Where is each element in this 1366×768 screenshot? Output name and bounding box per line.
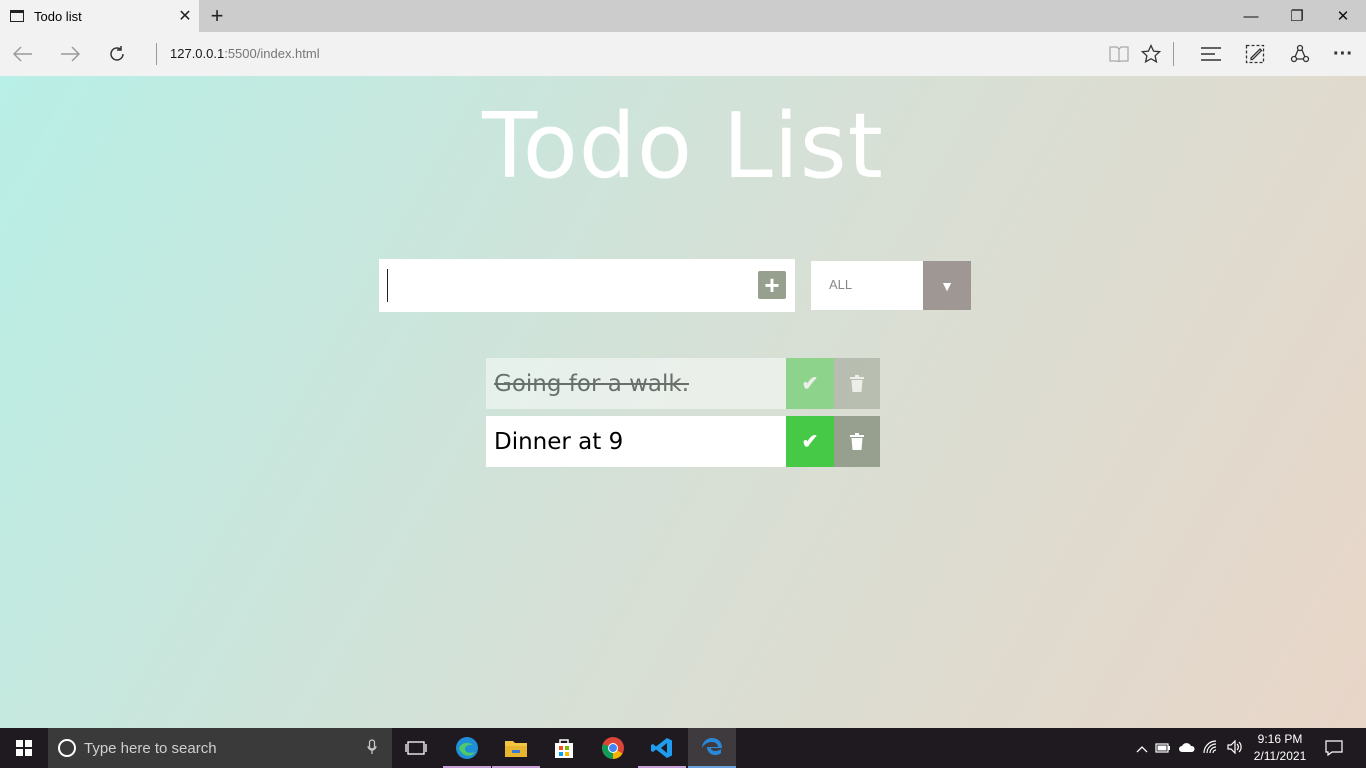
clock-date: 2/11/2021 [1253,749,1307,763]
file-explorer-app[interactable] [492,728,540,768]
windows-logo-icon [16,740,32,756]
action-center-button[interactable] [1310,728,1358,768]
favorite-button[interactable] [1128,32,1174,76]
folder-icon [505,741,527,757]
web-note-icon [1245,44,1265,64]
tab-close-icon[interactable]: ✕ [171,0,199,32]
task-view-button[interactable] [392,728,440,768]
dropdown-arrow-icon[interactable]: ▼ [923,261,971,310]
back-arrow-icon [13,46,32,62]
task-view-icon [405,741,427,755]
page-icon [10,10,24,22]
edge-chromium-icon [456,737,478,759]
delete-button[interactable] [834,416,880,467]
volume-icon[interactable] [1223,739,1247,757]
todo-text: Going for a walk. [486,358,786,409]
clock-time: 9:16 PM [1257,732,1303,746]
filter-select[interactable]: ALL ▼ [811,261,971,310]
show-hidden-icons-icon[interactable] [1133,741,1151,756]
web-note-button[interactable] [1232,32,1278,76]
refresh-icon [110,46,124,61]
vscode-app[interactable] [638,728,686,768]
add-todo-button[interactable]: + [758,271,786,299]
todo-item: Going for a walk. ✔ [486,358,880,409]
share-button[interactable] [1277,32,1323,76]
book-icon [1109,46,1129,62]
browser-tab-bar: Todo list ✕ + — ❐ ✕ [0,0,1366,32]
browser-nav-bar: 127.0.0.1:5500/index.html ··· [0,32,1366,76]
check-icon: ✔ [801,431,819,453]
trash-icon [850,375,864,392]
star-icon [1141,44,1161,64]
todo-input[interactable] [387,269,747,302]
cortana-icon [58,739,76,757]
address-path: :5500/index.html [224,46,320,61]
refresh-button[interactable] [94,32,140,76]
forward-arrow-icon [61,46,80,62]
hub-icon [1201,47,1221,61]
todo-text: Dinner at 9 [486,416,786,467]
hub-button[interactable] [1188,32,1234,76]
address-divider [156,43,157,65]
taskbar-search[interactable]: Type here to search [48,728,392,768]
chrome-app[interactable] [589,728,637,768]
search-placeholder: Type here to search [84,739,217,757]
edge-legacy-app[interactable] [688,728,736,768]
edge-legacy-icon [702,738,722,755]
page-title: Todo List [482,94,884,199]
forward-button[interactable] [47,32,93,76]
notification-icon [1325,740,1343,756]
address-bar[interactable]: 127.0.0.1:5500/index.html [170,46,320,61]
battery-icon[interactable] [1151,741,1175,756]
page-background: Todo List + ALL ▼ Going for a walk. ✔ Di… [0,76,1366,728]
todo-form: + [379,259,795,312]
start-button[interactable] [0,728,48,768]
minimize-button[interactable]: — [1228,0,1274,32]
clock[interactable]: 9:16 PM 2/11/2021 [1245,731,1315,765]
filter-selected-value: ALL [829,277,853,292]
store-app[interactable] [540,728,588,768]
system-tray [1133,728,1247,768]
trash-icon [850,433,864,450]
more-button[interactable]: ··· [1320,32,1366,76]
microphone-icon[interactable] [352,738,392,758]
close-window-button[interactable]: ✕ [1320,0,1366,32]
wifi-icon[interactable] [1199,739,1223,757]
new-tab-button[interactable]: + [203,0,231,32]
complete-button[interactable]: ✔ [786,416,834,467]
edge-chromium-app[interactable] [443,728,491,768]
delete-button[interactable] [834,358,880,409]
share-icon [1290,44,1310,63]
chrome-icon [602,737,624,759]
vscode-icon [651,738,672,758]
tab-title: Todo list [34,8,82,24]
onedrive-icon[interactable] [1175,741,1199,756]
check-icon: ✔ [801,373,819,395]
complete-button[interactable]: ✔ [786,358,834,409]
address-host: 127.0.0.1 [170,46,225,61]
taskbar: Type here to search 9:16 PM 2/11/2021 [0,728,1366,768]
back-button[interactable] [0,32,46,76]
store-icon [555,739,573,758]
restore-button[interactable]: ❐ [1274,0,1320,32]
toolbar-divider [1173,42,1174,66]
todo-item: Dinner at 9 ✔ [486,416,880,467]
browser-tab[interactable]: Todo list ✕ [0,0,199,32]
